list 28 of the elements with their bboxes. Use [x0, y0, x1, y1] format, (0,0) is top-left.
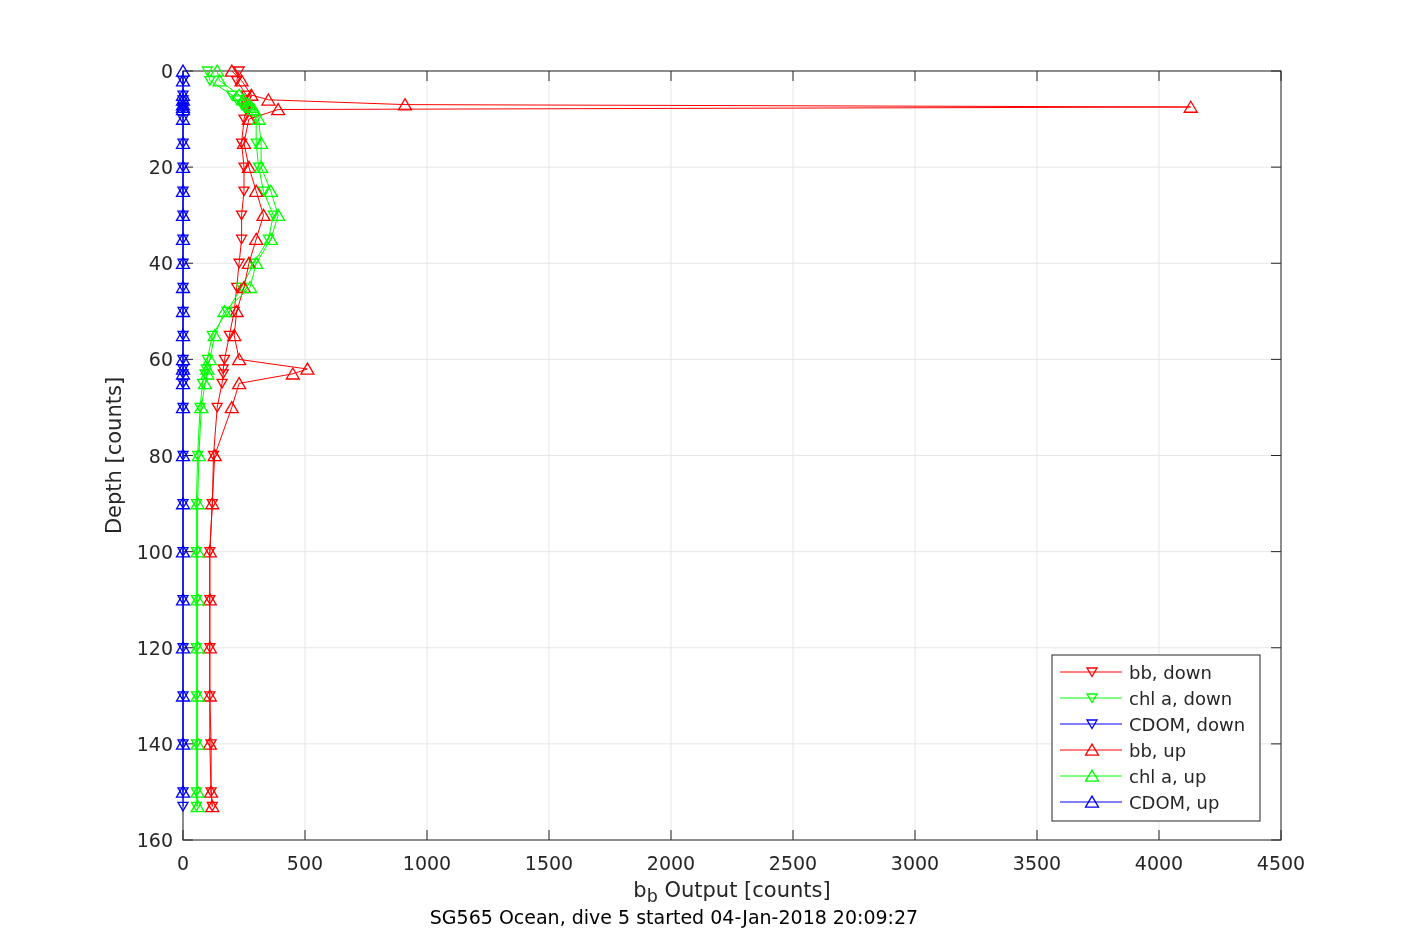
y-tick-label: 120	[136, 636, 173, 659]
x-tick-label: 4000	[1134, 852, 1184, 874]
x-tick-label: 2500	[768, 852, 818, 874]
x-tick-label: 3500	[1012, 852, 1062, 874]
y-tick-label: 20	[148, 156, 173, 179]
legend-label: chl a, up	[1129, 766, 1207, 787]
x-tick-label: 2000	[646, 852, 696, 874]
x-tick-label: 1000	[402, 852, 452, 874]
y-tick-label: 40	[148, 252, 173, 275]
legend-label: CDOM, up	[1129, 792, 1220, 813]
legend-label: CDOM, down	[1129, 714, 1246, 735]
x-tick-label: 0	[176, 852, 190, 874]
y-tick-label: 160	[136, 829, 173, 851]
legend-label: chl a, down	[1129, 688, 1233, 709]
y-axis-label: Depth [counts]	[102, 376, 126, 535]
x-axis-label: b$_{b}$ Output [counts]	[632, 878, 832, 907]
x-tick-label: 1500	[524, 852, 574, 874]
legend-label: bb, down	[1129, 662, 1212, 683]
y-tick-label: 100	[136, 540, 173, 563]
y-tick-label: 60	[148, 348, 173, 371]
legend-label: bb, up	[1129, 740, 1187, 761]
x-tick-label: 4500	[1256, 852, 1306, 874]
y-tick-label: 0	[160, 60, 173, 82]
figure-caption: SG565 Ocean, dive 5 started 04-Jan-2018 20:09:27	[429, 906, 919, 928]
y-tick-label: 140	[136, 732, 173, 755]
y-tick-label: 80	[148, 444, 173, 467]
x-tick-label: 500	[286, 852, 324, 874]
x-tick-label: 3000	[890, 852, 940, 874]
